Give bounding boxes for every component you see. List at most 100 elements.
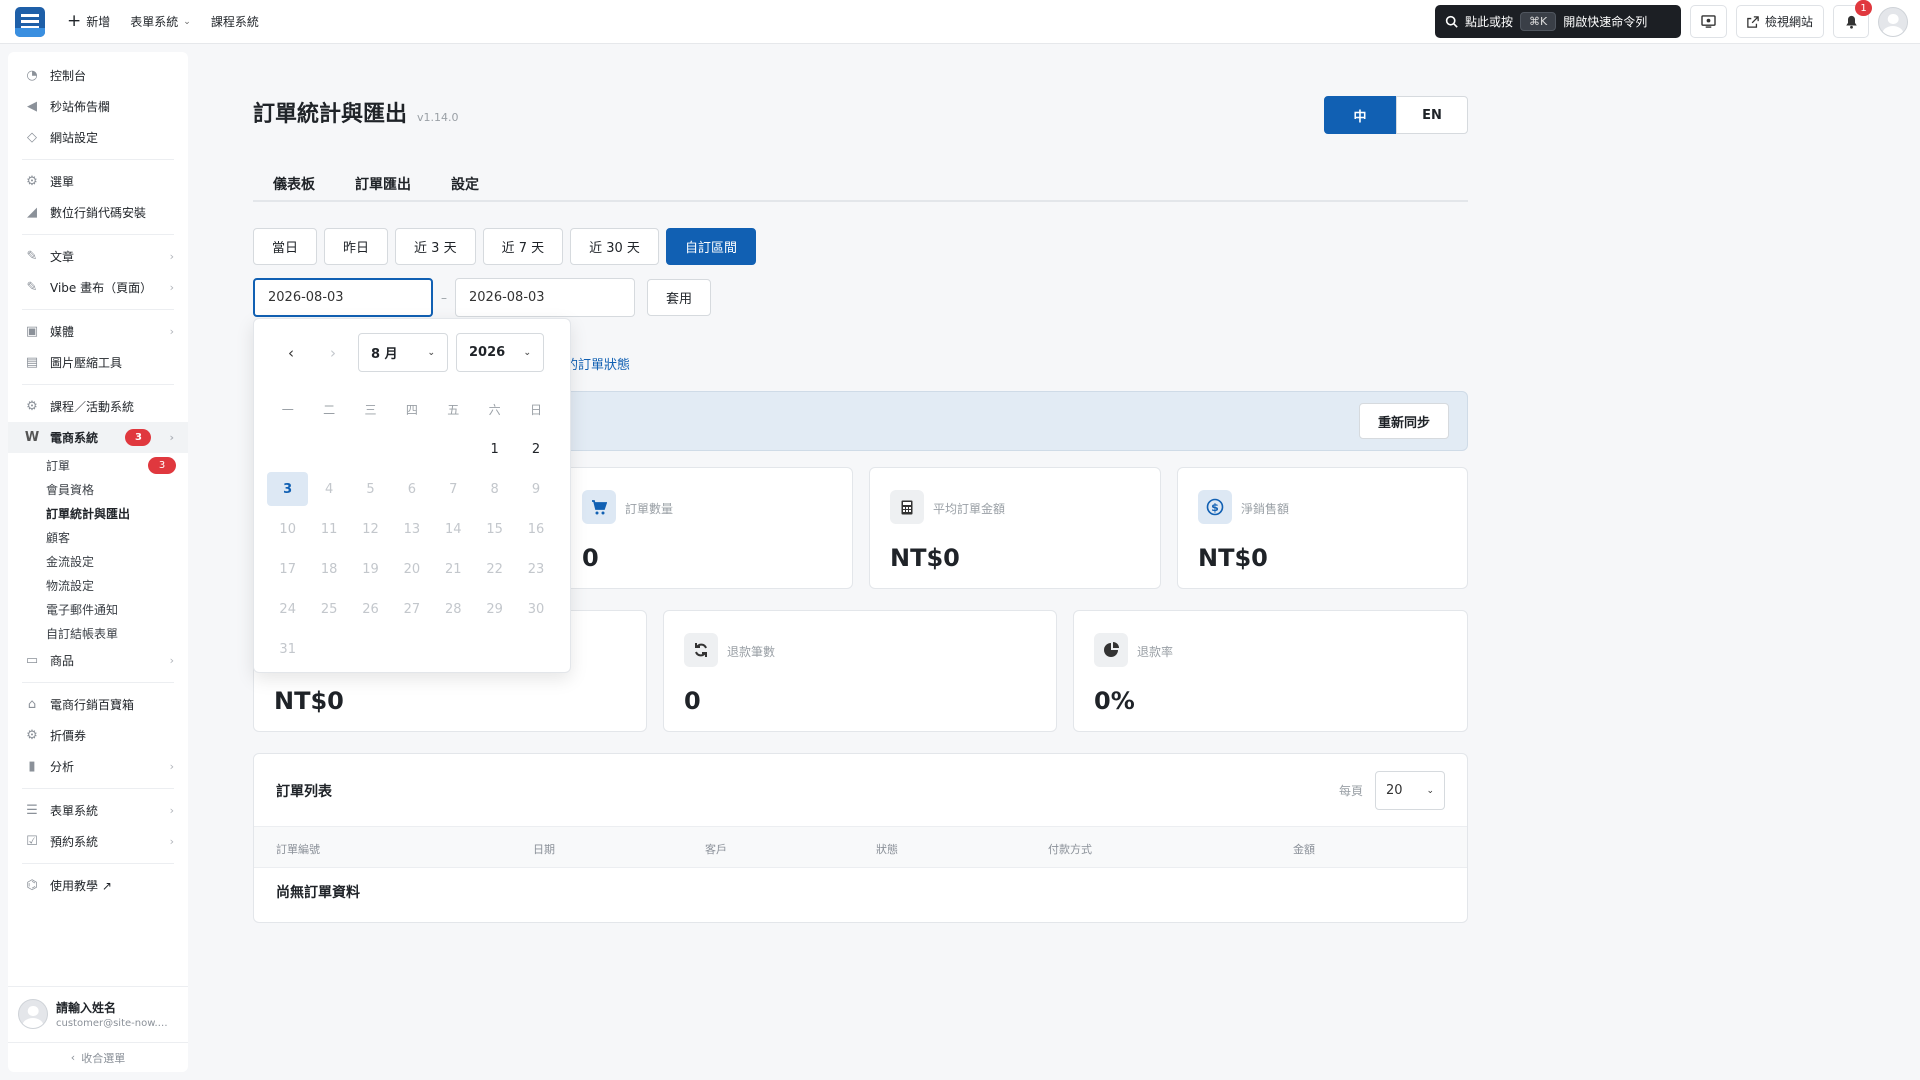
sidebar-item-marketing-code[interactable]: ◢ 數位行銷代碼安裝 [8,197,188,228]
calendar-day[interactable]: 3 [267,472,309,506]
sidebar-sub-membership[interactable]: 會員資格 [8,477,188,501]
tab-order-export[interactable]: 訂單匯出 [335,168,431,200]
sidebar-item-image-compress[interactable]: ▤ 圖片壓縮工具 [8,347,188,378]
calendar-day[interactable]: 17 [267,552,308,586]
column-header[interactable]: 狀態 [876,841,898,857]
command-palette-button[interactable]: 點此或按 ⌘K 開啟快速命令列 [1434,5,1681,38]
order-status-link[interactable]: 的訂單狀態 [565,354,630,373]
sidebar-sub-order-stats[interactable]: 訂單統計與匯出 [8,501,188,525]
site-logo[interactable] [15,6,45,37]
calendar-day[interactable]: 16 [515,512,556,546]
lang-en-button[interactable]: EN [1396,96,1468,134]
calendar-day[interactable]: 20 [391,552,432,586]
month-value: 8 月 [371,347,398,362]
column-header[interactable]: 客戶 [705,841,727,857]
calendar-day[interactable]: 9 [515,472,556,506]
calendar-day[interactable]: 1 [474,432,515,466]
sidebar-item-menus[interactable]: ⚙ 選單 [8,166,188,197]
sidebar-item-marketing-toolbox[interactable]: ⌂ 電商行銷百寶箱 [8,689,188,720]
form-system-menu[interactable]: 表單系統 ⌄ [130,13,191,30]
sidebar-sub-orders[interactable]: 訂單 3 [8,453,188,477]
start-date-input[interactable]: 2026-08-03 [253,278,433,317]
calendar-day[interactable]: 26 [350,592,391,626]
end-date-input[interactable]: 2026-08-03 [455,278,635,317]
notifications-button[interactable]: 1 [1833,0,1872,38]
sidebar-item-media[interactable]: ▣ 媒體 › [8,316,188,347]
calendar-day[interactable]: 25 [308,592,349,626]
sidebar-item-analytics[interactable]: ▮ 分析 › [8,751,188,782]
user-avatar[interactable] [1878,6,1908,37]
prev-month-button[interactable]: ‹ [274,336,308,370]
range-7days-button[interactable]: 近 7 天 [482,228,564,265]
sidebar-item-products[interactable]: ▭ 商品 › [8,645,188,676]
calendar-day[interactable]: 28 [433,592,474,626]
calendar-day[interactable]: 8 [474,472,515,506]
media-icon: ▣ [25,324,39,339]
calendar-day[interactable]: 7 [433,472,474,506]
sidebar-item-coupons[interactable]: ⚙ 折價券 [8,720,188,751]
chevron-down-icon: ⌄ [427,347,435,358]
calendar-day[interactable]: 24 [267,592,308,626]
calendar-day[interactable]: 21 [433,552,474,586]
sidebar-sub-shipping[interactable]: 物流設定 [8,573,188,597]
new-button[interactable]: + 新增 [67,13,110,30]
year-select[interactable]: 2026 ⌄ [456,333,544,372]
calendar-day[interactable]: 4 [308,472,349,506]
column-header[interactable]: 日期 [533,841,555,857]
sidebar-item-dashboard[interactable]: ◔ 控制台 [8,60,188,91]
sidebar-item-tutorial[interactable]: ⌬ 使用教學 ↗ [8,870,188,901]
calendar-day[interactable]: 11 [308,512,349,546]
sidebar-sub-customers[interactable]: 顧客 [8,525,188,549]
range-yesterday-button[interactable]: 昨日 [324,228,389,265]
range-3days-button[interactable]: 近 3 天 [395,228,476,265]
collapse-menu-button[interactable]: ‹ 收合選單 [8,1042,188,1072]
course-system-menu[interactable]: 課程系統 [211,13,259,30]
calendar-day[interactable]: 27 [391,592,432,626]
lang-zh-button[interactable]: 中 [1324,96,1396,134]
range-30days-button[interactable]: 近 30 天 [570,228,659,265]
calendar-day[interactable]: 5 [350,472,391,506]
calendar-day[interactable]: 18 [308,552,349,586]
month-select[interactable]: 8 月 ⌄ [358,333,448,372]
calendar-day[interactable]: 19 [350,552,391,586]
next-month-button[interactable]: › [316,336,350,370]
per-page-select[interactable]: 20 ⌄ [1375,771,1445,810]
calendar-day[interactable]: 14 [433,512,474,546]
range-today-button[interactable]: 當日 [253,228,318,265]
tab-settings[interactable]: 設定 [431,168,499,200]
sidebar-item-bulletin[interactable]: ◀ 秒站佈告欄 [8,91,188,122]
calendar-day[interactable]: 12 [350,512,391,546]
resync-button[interactable]: 重新同步 [1358,403,1449,439]
chevron-down-icon: ⌄ [183,16,191,27]
sidebar-item-ecommerce[interactable]: W 電商系統 3 › [8,422,188,453]
view-site-button[interactable]: 檢視網站 [1735,5,1824,38]
calendar-day[interactable]: 31 [267,632,308,666]
preview-button[interactable] [1689,5,1727,38]
sidebar-user[interactable]: 請輸入姓名 customer@site-now.… [8,986,188,1040]
calendar-day[interactable]: 30 [515,592,556,626]
sidebar-sub-label: 顧客 [46,530,71,545]
sidebar-item-vibe-pages[interactable]: ✎ Vibe 畫布（頁面） › [8,272,188,303]
tab-dashboard[interactable]: 儀表板 [253,168,335,200]
sidebar-sub-checkout-form[interactable]: 自訂結帳表單 [8,621,188,645]
sidebar-item-course-system[interactable]: ⚙ 課程／活動系統 [8,391,188,422]
apply-button[interactable]: 套用 [647,279,712,316]
calendar-day[interactable]: 23 [515,552,556,586]
calendar-day[interactable]: 29 [474,592,515,626]
calendar-day[interactable]: 22 [474,552,515,586]
calendar-day[interactable]: 15 [474,512,515,546]
range-custom-button[interactable]: 自訂區間 [665,228,756,265]
sidebar-sub-payments[interactable]: 金流設定 [8,549,188,573]
calendar-day[interactable]: 10 [267,512,308,546]
sidebar-sub-email[interactable]: 電子郵件通知 [8,597,188,621]
sidebar-item-form-system[interactable]: ☰ 表單系統 › [8,795,188,826]
sidebar-item-booking[interactable]: ☑ 預約系統 › [8,826,188,857]
calendar-day[interactable]: 6 [391,472,432,506]
column-header[interactable]: 訂單編號 [276,841,320,857]
calendar-day[interactable]: 13 [391,512,432,546]
column-header[interactable]: 付款方式 [1048,841,1092,857]
sidebar-item-posts[interactable]: ✎ 文章 › [8,241,188,272]
column-header[interactable]: 金額 [1293,841,1315,857]
calendar-day[interactable]: 2 [515,432,556,466]
sidebar-item-site-settings[interactable]: ◇ 網站設定 [8,122,188,153]
